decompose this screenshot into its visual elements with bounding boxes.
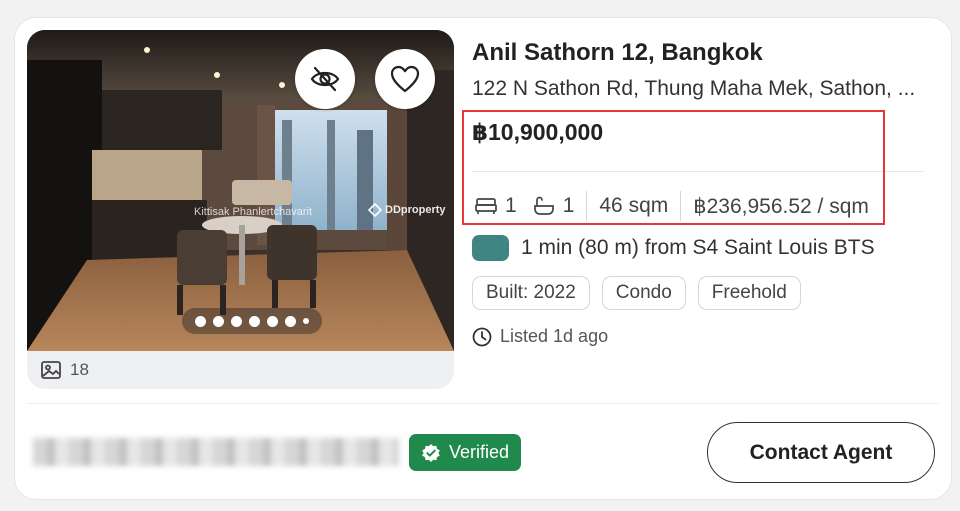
photo-watermark-author: Kittisak Phanlertchavarit (194, 206, 312, 218)
listing-card[interactable]: Kittisak Phanlertchavarit DDproperty 18 … (14, 17, 952, 500)
tag-type: Condo (601, 276, 686, 310)
pagination-dot[interactable] (303, 318, 309, 324)
pagination-dot[interactable] (213, 315, 224, 327)
hide-listing-button[interactable] (295, 49, 355, 109)
pagination-dot[interactable] (231, 315, 242, 327)
transit-info: 1 min (80 m) from S4 Saint Louis BTS (472, 235, 875, 261)
brand-logo-icon (368, 203, 382, 217)
transit-badge (472, 235, 509, 261)
pagination-dot[interactable] (267, 315, 278, 327)
tag-built: Built: 2022 (472, 276, 590, 310)
agent-name-redacted[interactable] (33, 438, 399, 466)
listing-address: 122 N Sathon Rd, Thung Maha Mek, Sathon,… (472, 77, 916, 100)
pagination-dot-active[interactable] (195, 315, 206, 327)
divider (27, 403, 939, 404)
listing-title[interactable]: Anil Sathorn 12, Bangkok (472, 39, 763, 67)
verified-badge: Verified (409, 434, 522, 471)
clock-icon (472, 327, 492, 346)
brand-name: DDproperty (385, 204, 446, 216)
favorite-button[interactable] (375, 49, 435, 109)
photo-watermark-brand: DDproperty (368, 203, 446, 217)
photo-pagination[interactable] (182, 308, 322, 334)
transit-text: 1 min (80 m) from S4 Saint Louis BTS (521, 236, 875, 259)
verified-check-icon (422, 443, 440, 462)
tag-tenure: Freehold (697, 276, 801, 310)
eye-off-icon (310, 66, 340, 92)
photo-count: 18 (41, 360, 89, 380)
contact-agent-button[interactable]: Contact Agent (707, 422, 935, 483)
listed-time: Listed 1d ago (472, 326, 608, 347)
photo-gallery[interactable]: Kittisak Phanlertchavarit DDproperty 18 (27, 30, 454, 389)
heart-icon (390, 65, 420, 93)
verified-label: Verified (449, 442, 510, 462)
pagination-dot[interactable] (285, 315, 296, 327)
image-icon (41, 361, 61, 379)
listing-photo[interactable]: Kittisak Phanlertchavarit DDproperty (27, 30, 454, 351)
pagination-dot[interactable] (249, 315, 260, 327)
photo-count-value: 18 (70, 360, 89, 379)
listing-tags: Built: 2022 Condo Freehold (472, 276, 801, 310)
price-highlight-annotation (462, 110, 885, 225)
listed-text: Listed 1d ago (500, 326, 609, 346)
